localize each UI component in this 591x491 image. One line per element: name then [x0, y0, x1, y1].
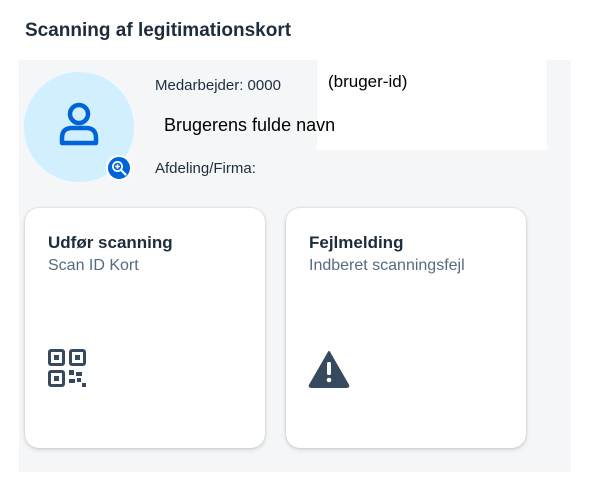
zoom-button[interactable]	[106, 155, 132, 181]
error-report-tile[interactable]: Fejlmelding Indberet scanningsfejl	[286, 208, 526, 448]
zoom-in-icon	[112, 161, 127, 176]
qr-code-icon	[48, 349, 86, 387]
tile-subtitle: Scan ID Kort	[48, 257, 139, 274]
tile-title: Udfør scanning	[48, 233, 173, 252]
tile-title: Fejlmelding	[309, 233, 404, 252]
user-full-name: Brugerens fulde navn	[164, 115, 336, 135]
page-title: Scanning af legitimationskort	[25, 20, 292, 41]
employee-number-label: Medarbejder: 0000	[155, 77, 281, 94]
tile-subtitle: Indberet scanningsfejl	[309, 257, 465, 274]
department-label: Afdeling/Firma:	[155, 160, 256, 177]
user-icon	[59, 102, 99, 146]
warning-icon	[308, 351, 350, 388]
scan-tile[interactable]: Udfør scanning Scan ID Kort	[25, 208, 265, 448]
user-id-placeholder: (bruger-id)	[328, 72, 408, 91]
